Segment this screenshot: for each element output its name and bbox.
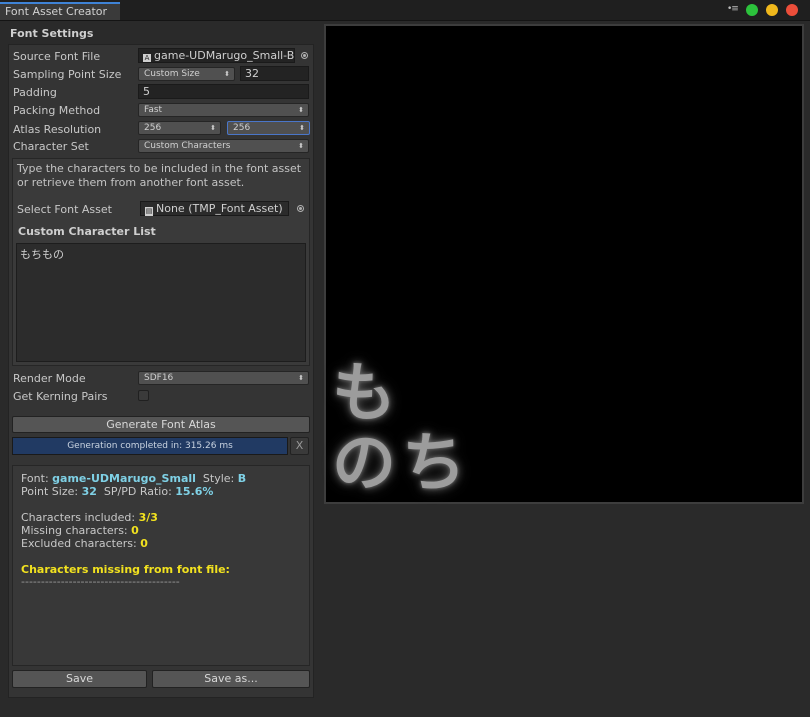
character-set-label: Character Set	[13, 140, 89, 153]
render-mode-label: Render Mode	[13, 372, 86, 385]
excluded-characters-line: Excluded characters: 0	[21, 537, 148, 550]
dropdown-arrow-icon: ⬍	[299, 124, 305, 132]
sampling-size-input[interactable]: 32	[240, 66, 309, 81]
window-menu-icon[interactable]: •≡	[727, 4, 739, 14]
object-picker-icon[interactable]	[301, 52, 308, 59]
character-set-dropdown[interactable]: Custom Characters ⬍	[138, 139, 309, 153]
select-font-asset-label: Select Font Asset	[17, 203, 112, 216]
custom-character-list-input[interactable]: もちもの	[16, 243, 306, 362]
custom-character-list-label: Custom Character List	[18, 225, 156, 238]
render-mode-dropdown[interactable]: SDF16 ⬍	[138, 371, 309, 385]
source-font-label: Source Font File	[13, 50, 101, 63]
source-font-field[interactable]: Agame-UDMarugo_Small-B	[138, 48, 295, 63]
kerning-label: Get Kerning Pairs	[13, 390, 108, 403]
packing-method-dropdown[interactable]: Fast ⬍	[138, 103, 309, 117]
preview-glyph: の	[332, 427, 396, 501]
point-size-line: Point Size: 32 SP/PD Ratio: 15.6%	[21, 485, 214, 498]
sampling-mode-dropdown[interactable]: Custom Size ⬍	[138, 67, 235, 81]
red-window-icon[interactable]	[786, 4, 798, 16]
save-as-button[interactable]: Save as...	[152, 670, 310, 688]
packing-method-label: Packing Method	[13, 104, 101, 117]
sampling-point-size-label: Sampling Point Size	[13, 68, 122, 81]
separator-line: ----------------------------------------	[21, 575, 180, 588]
atlas-width-dropdown[interactable]: 256 ⬍	[138, 121, 221, 135]
green-window-icon[interactable]	[746, 4, 758, 16]
title-bar	[0, 0, 810, 21]
kerning-checkbox[interactable]	[138, 390, 149, 401]
preview-glyph: も	[332, 357, 396, 431]
preview-glyph: ち	[402, 427, 466, 501]
padding-input[interactable]: 5	[138, 84, 309, 99]
save-button[interactable]: Save	[12, 670, 147, 688]
atlas-height-dropdown[interactable]: 256 ⬍	[227, 121, 310, 135]
dropdown-arrow-icon: ⬍	[298, 142, 304, 150]
atlas-resolution-label: Atlas Resolution	[13, 123, 102, 136]
document-icon: ▤	[145, 207, 153, 216]
dropdown-arrow-icon: ⬍	[298, 106, 304, 114]
atlas-preview: も の ち	[324, 24, 804, 504]
font-file-icon: A	[143, 54, 151, 62]
missing-characters-line: Missing characters: 0	[21, 524, 139, 537]
dropdown-arrow-icon: ⬍	[224, 70, 230, 78]
dropdown-arrow-icon: ⬍	[298, 374, 304, 382]
yellow-window-icon[interactable]	[766, 4, 778, 16]
close-progress-button[interactable]: X	[290, 437, 309, 455]
help-text: Type the characters to be included in th…	[17, 162, 302, 189]
tab-title: Font Asset Creator	[5, 5, 108, 18]
progress-bar: Generation completed in: 315.26 ms	[12, 437, 288, 455]
padding-label: Padding	[13, 86, 57, 99]
dropdown-arrow-icon: ⬍	[210, 124, 216, 132]
object-picker-icon[interactable]	[297, 205, 304, 212]
characters-included-line: Characters included: 3/3	[21, 511, 158, 524]
tab-font-asset-creator[interactable]: Font Asset Creator	[0, 2, 120, 20]
generate-font-atlas-button[interactable]: Generate Font Atlas	[12, 416, 310, 433]
font-info-line: Font: game-UDMarugo_Small Style: B	[21, 472, 247, 485]
select-font-asset-field[interactable]: ▤ None (TMP_Font Asset)	[140, 201, 289, 216]
section-title: Font Settings	[10, 27, 94, 40]
